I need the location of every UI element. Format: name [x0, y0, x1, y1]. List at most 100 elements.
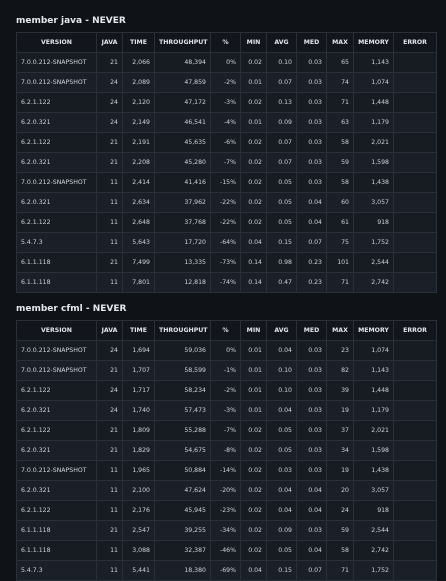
table-cell: 47,624	[154, 480, 211, 501]
table-cell	[393, 192, 437, 213]
table-cell: 0.02	[240, 152, 267, 173]
table-cell: 21	[96, 52, 123, 73]
table-cell: 1,143	[353, 52, 394, 73]
table-cell: 1,438	[353, 460, 394, 481]
table-cell: 0.02	[240, 520, 267, 541]
table-cell: 45,635	[154, 132, 211, 153]
table-cell	[393, 92, 437, 113]
table-row: 6.1.1.118 21 7,499 13,335 -73% 0.14 0.98 0.23 10…	[16, 252, 437, 273]
table-cell: 2,149	[122, 112, 155, 133]
table-cell: 0.01	[240, 400, 267, 421]
table-cell: -14%	[210, 460, 241, 481]
table-cell: 0.02	[240, 192, 267, 213]
table-cell: 23	[326, 340, 354, 361]
table-cell	[393, 252, 437, 273]
table-cell: 71	[326, 272, 354, 293]
table-cell: 0.04	[296, 500, 327, 521]
table-cell: 11	[96, 540, 123, 561]
table-cell: 2,634	[122, 192, 155, 213]
table-cell: 1,179	[353, 112, 394, 133]
table-cell: 1,752	[353, 560, 394, 581]
table-cell	[393, 360, 437, 381]
table-cell: 24	[96, 72, 123, 93]
table-cell: 0.01	[240, 112, 267, 133]
table-cell: 6.2.0.321	[16, 480, 97, 501]
table-cell	[393, 132, 437, 153]
table-cell: -7%	[210, 152, 241, 173]
table-row: 5.4.7.3 11 5,643 17,720 -64% 0.04 0.15 0.07 75 1,…	[16, 232, 437, 253]
table-row: 6.1.1.118 11 7,801 12,818 -74% 0.14 0.47 0.23 71…	[16, 272, 437, 293]
table-cell: 0.04	[296, 480, 327, 501]
table-cell: 0.03	[266, 460, 297, 481]
table-cell: -15%	[210, 172, 241, 193]
table-cell: 0.07	[296, 232, 327, 253]
table-cell: -2%	[210, 72, 241, 93]
table-cell: 0.02	[240, 52, 267, 73]
table-cell: 21	[96, 252, 123, 273]
table-cell: 101	[326, 252, 354, 273]
table-cell: 2,547	[122, 520, 155, 541]
table-cell: 0.05	[266, 420, 297, 441]
table-cell: 0.01	[240, 360, 267, 381]
table-cell: 6.1.1.118	[16, 540, 97, 561]
table-cell: 0.03	[296, 520, 327, 541]
table-cell: -8%	[210, 440, 241, 461]
table-cell: -6%	[210, 132, 241, 153]
table-cell: 0.03	[296, 152, 327, 173]
table-cell: 47,172	[154, 92, 211, 113]
table-cell: 0.23	[296, 272, 327, 293]
table-cell: 0.09	[266, 520, 297, 541]
table-cell: 918	[353, 500, 394, 521]
table-cell: -2%	[210, 380, 241, 401]
table-cell: 0.05	[266, 172, 297, 193]
table-cell: 5.4.7.3	[16, 232, 97, 253]
table-cell: 37,768	[154, 212, 211, 233]
column-header: THROUGHPUT	[154, 32, 211, 53]
table-cell: 0.02	[240, 480, 267, 501]
table-cell: -73%	[210, 252, 241, 273]
table-header-row: VERSION JAVA TIME THROUGHPUT% MIN AVG MED MAX ME…	[16, 32, 437, 53]
table-cell: 21	[96, 440, 123, 461]
table-cell: -46%	[210, 540, 241, 561]
table-cell: 0.03	[296, 340, 327, 361]
table-cell: 2,176	[122, 500, 155, 521]
table-cell: 0.02	[240, 500, 267, 521]
table-cell: 0.47	[266, 272, 297, 293]
table-cell: 11	[96, 212, 123, 233]
table-cell: -64%	[210, 232, 241, 253]
table-cell: 37,962	[154, 192, 211, 213]
column-header: AVG	[266, 32, 297, 53]
table-cell: 50,884	[154, 460, 211, 481]
table-cell: 0.02	[240, 540, 267, 561]
column-header: JAVA	[96, 32, 123, 53]
table-cell: 11	[96, 232, 123, 253]
table-cell: -20%	[210, 480, 241, 501]
table-cell: 0.03	[296, 172, 327, 193]
table-cell: 11	[96, 480, 123, 501]
table-cell: 1,694	[122, 340, 155, 361]
table-cell: 0.03	[296, 440, 327, 461]
table-cell: 13,335	[154, 252, 211, 273]
column-header: VERSION	[16, 32, 97, 53]
table-cell: 6.2.0.321	[16, 112, 97, 133]
report-container: member java - NEVER VERSION JAVA TIME THROU…	[0, 0, 446, 581]
table-cell: 37	[326, 420, 354, 441]
table-row: 6.2.0.321 21 1,829 54,675 -8% 0.02 0.05 0.03 34 1…	[16, 440, 437, 461]
table-cell: 0.03	[296, 112, 327, 133]
table-cell: 0.10	[266, 52, 297, 73]
column-header: ERROR	[393, 320, 437, 341]
table-cell: 5.4.7.3	[16, 560, 97, 581]
table-row: 7.0.0.212-SNAPSHOT 24 2,089 47,859 -2% 0.01 0.…	[16, 72, 437, 93]
table-cell	[393, 480, 437, 501]
table-cell	[393, 540, 437, 561]
table-cell: 2,021	[353, 132, 394, 153]
column-header: %	[210, 320, 241, 341]
table-cell: 17,720	[154, 232, 211, 253]
table-cell: 0.03	[296, 460, 327, 481]
table-cell: 71	[326, 92, 354, 113]
table-cell: 7.0.0.212-SNAPSHOT	[16, 72, 97, 93]
table-cell: 6.2.0.321	[16, 192, 97, 213]
table-cell: 2,089	[122, 72, 155, 93]
table-cell: 2,742	[353, 540, 394, 561]
table-cell: 34	[326, 440, 354, 461]
